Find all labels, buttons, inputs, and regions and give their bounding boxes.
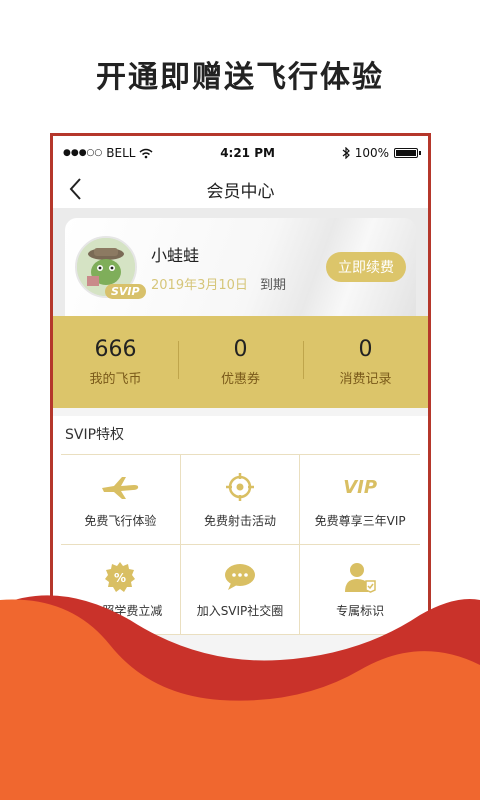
battery-percent: 100% <box>354 146 389 160</box>
stat-value: 0 <box>358 337 373 362</box>
vip-icon: VIP <box>343 476 378 498</box>
stat-records[interactable]: 0 消费记录 <box>303 337 428 387</box>
renew-button[interactable]: 立即续费 <box>326 252 406 282</box>
stat-label: 消费记录 <box>339 372 392 387</box>
avatar[interactable]: SVIP <box>75 236 146 299</box>
svip-badge: SVIP <box>105 284 146 299</box>
status-time: 4:21 PM <box>220 146 275 160</box>
privilege-label: 免费尊享三年VIP <box>314 514 406 528</box>
privilege-label: 免费射击活动 <box>203 514 276 528</box>
privileges-title: SVIP特权 <box>65 427 125 443</box>
stat-value: 666 <box>94 337 137 362</box>
signal-icon: ●●●○○ <box>63 148 103 158</box>
decorative-wave <box>0 595 480 800</box>
member-card: SVIP 小蛙蛙 2019年3月10日 到期 立即续费 <box>65 218 416 316</box>
stats-bar: 666 我的飞币 0 优惠券 0 消费记录 <box>53 316 428 408</box>
stat-label: 优惠券 <box>220 372 260 387</box>
status-bar: ●●●○○ BELL 4:21 PM 100% <box>53 136 428 170</box>
airplane-icon <box>102 477 139 499</box>
member-area: SVIP 小蛙蛙 2019年3月10日 到期 立即续费 <box>53 208 428 316</box>
wifi-icon <box>139 148 153 158</box>
privilege-item-flight[interactable]: 免费飞行体验 <box>61 455 181 545</box>
privilege-item-vip[interactable]: VIP 免费尊享三年VIP <box>300 455 420 545</box>
expire-suffix: 到期 <box>260 277 287 293</box>
privilege-item-shooting[interactable]: 免费射击活动 <box>180 455 301 545</box>
stat-coins[interactable]: 666 我的飞币 <box>53 337 178 387</box>
back-arrow-icon[interactable] <box>65 176 87 202</box>
bluetooth-icon <box>342 147 350 159</box>
stat-coupons[interactable]: 0 优惠券 <box>178 337 303 387</box>
battery-icon <box>394 148 421 158</box>
member-name: 小蛙蛙 <box>151 245 200 265</box>
stat-label: 我的飞币 <box>89 372 142 387</box>
page-title: 会员中心 <box>206 181 275 202</box>
nav-bar: 会员中心 <box>53 170 428 208</box>
privilege-label: 免费飞行体验 <box>84 514 157 528</box>
carrier-label: BELL <box>106 146 136 160</box>
target-icon <box>225 473 254 501</box>
stat-value: 0 <box>233 337 248 362</box>
expire-date: 2019年3月10日 <box>151 277 248 293</box>
headline: 开通即赠送飞行体验 <box>96 60 384 95</box>
